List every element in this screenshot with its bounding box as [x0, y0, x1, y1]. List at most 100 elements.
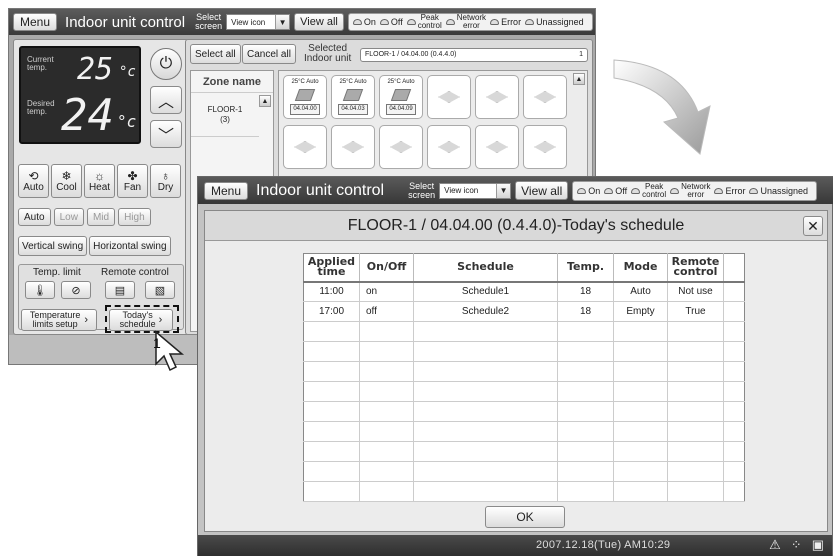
empty-cell	[303, 321, 360, 342]
fan-high-button[interactable]: High	[118, 208, 151, 226]
grid-icon[interactable]: ⁘	[791, 537, 802, 553]
cancel-all-button[interactable]: Cancel all	[242, 44, 296, 64]
cell-on-off: off	[359, 301, 414, 322]
legend-peak-control: Peak control	[406, 14, 442, 30]
temp-limit-label: Temp. limit	[33, 267, 81, 278]
empty-table-row[interactable]	[303, 481, 745, 502]
empty-unit-slot[interactable]	[331, 125, 375, 169]
temp-down-button[interactable]: ﹀	[150, 120, 182, 148]
ok-button[interactable]: OK	[485, 506, 565, 528]
back-menu-button[interactable]: Menu	[13, 13, 58, 31]
unit-tile[interactable]: 25°C Auto 04.04.09	[379, 75, 423, 119]
zone-item[interactable]: FLOOR-1 (3)	[191, 93, 259, 137]
cell-applied-time: 11:00	[303, 281, 360, 302]
bulb-error-icon	[490, 19, 500, 25]
current-temp-value: 25	[77, 52, 114, 87]
empty-cell	[723, 361, 745, 382]
fan-low-button[interactable]: Low	[53, 208, 84, 226]
empty-table-row[interactable]	[303, 341, 745, 362]
network-icon[interactable]: ⚠	[769, 537, 781, 553]
legend-unassigned: Unassigned	[749, 186, 808, 195]
front-menu-button[interactable]: Menu	[204, 181, 249, 200]
scroll-up-icon[interactable]: ▲	[259, 95, 271, 107]
empty-table-row[interactable]	[303, 361, 745, 382]
empty-cell	[359, 481, 414, 502]
front-window-title: Indoor unit control	[256, 181, 385, 199]
temp-limit-toggle-icon[interactable]: 🌡	[25, 281, 55, 299]
select-all-button[interactable]: Select all	[190, 44, 241, 64]
col-mode: Mode	[613, 253, 668, 283]
legend-error: Error	[714, 186, 745, 195]
mode-cool-button[interactable]: ❄ Cool	[51, 164, 82, 198]
dialog-title-bar: FLOOR-1 / 04.04.00 (0.4.4.0)-Today's sch…	[205, 211, 827, 241]
empty-table-row[interactable]	[303, 441, 745, 462]
chevron-down-icon[interactable]: ▼	[496, 183, 511, 198]
empty-cell	[413, 361, 558, 382]
cell-temp: 18	[557, 281, 614, 302]
empty-cell	[723, 421, 745, 442]
empty-table-row[interactable]	[303, 321, 745, 342]
vertical-swing-button[interactable]: Vertical swing	[18, 236, 88, 256]
empty-cell	[303, 441, 360, 462]
empty-cell	[723, 381, 745, 402]
empty-table-row[interactable]	[303, 381, 745, 402]
chevron-down-icon[interactable]: ▼	[275, 15, 290, 29]
empty-cell	[303, 461, 360, 482]
close-icon[interactable]: ✕	[803, 216, 823, 236]
front-view-select[interactable]: View icon ▼	[439, 182, 512, 199]
mouse-cursor-icon: 1	[153, 330, 185, 372]
fan-mid-button[interactable]: Mid	[86, 208, 116, 226]
remote-lock-icon[interactable]: ▧	[145, 281, 175, 299]
legend-peak-control: Peak control	[631, 182, 666, 199]
empty-cell	[613, 441, 668, 462]
status-bar: 2007.12.18(Tue) AM10:29 ⚠ ⁘ ▣	[198, 535, 832, 556]
status-icons: ⚠ ⁘ ▣	[769, 537, 824, 553]
empty-unit-slot[interactable]	[379, 125, 423, 169]
horizontal-swing-button[interactable]: Horizontal swing	[89, 236, 171, 256]
power-icon[interactable]: ⏻	[150, 48, 182, 80]
mode-fan-button[interactable]: ✤ Fan	[117, 164, 148, 198]
empty-cell	[303, 401, 360, 422]
empty-unit-slot[interactable]	[475, 125, 519, 169]
empty-unit-slot[interactable]	[283, 125, 327, 169]
temp-up-button[interactable]: ︿	[150, 86, 182, 114]
empty-table-row[interactable]	[303, 401, 745, 422]
temp-limit-off-icon[interactable]: ⊘	[61, 281, 91, 299]
empty-unit-slot[interactable]	[523, 75, 567, 119]
empty-unit-slot[interactable]	[427, 125, 471, 169]
mode-heat-button[interactable]: ☼ Heat	[84, 164, 115, 198]
empty-cell	[613, 481, 668, 502]
screen-icon[interactable]: ▣	[812, 537, 824, 553]
back-view-all-button[interactable]: View all	[294, 13, 344, 31]
front-view-all-button[interactable]: View all	[515, 181, 569, 200]
table-row[interactable]: 17:00 off Schedule2 18 Empty True	[303, 301, 745, 322]
mode-dry-button[interactable]: ♁ Dry	[150, 164, 181, 198]
fan-auto-button[interactable]: Auto	[18, 208, 51, 226]
empty-cell	[303, 361, 360, 382]
empty-unit-slot[interactable]	[475, 75, 519, 119]
empty-unit-slot[interactable]	[427, 75, 471, 119]
cell-remote-control: True	[667, 301, 724, 322]
empty-cell	[303, 381, 360, 402]
empty-cell	[413, 321, 558, 342]
empty-cell	[359, 461, 414, 482]
empty-cell	[413, 381, 558, 402]
empty-unit-slot[interactable]	[523, 125, 567, 169]
back-view-select[interactable]: View icon ▼	[226, 14, 291, 30]
unit-tile[interactable]: 25°C Auto 04.04.00	[283, 75, 327, 119]
table-row[interactable]: 11:00 on Schedule1 18 Auto Not use	[303, 281, 745, 302]
mode-auto-button[interactable]: ⟲ Auto	[18, 164, 49, 198]
empty-cell	[613, 381, 668, 402]
empty-table-row[interactable]	[303, 461, 745, 482]
unit-tile[interactable]: 25°C Auto 04.04.03	[331, 75, 375, 119]
empty-cell	[667, 321, 724, 342]
remote-allow-icon[interactable]: ▤	[105, 281, 135, 299]
scroll-up-icon[interactable]: ▲	[573, 73, 585, 85]
current-temp-unit: °c	[119, 64, 136, 80]
dialog-title: FLOOR-1 / 04.04.00 (0.4.4.0)-Today's sch…	[347, 216, 685, 234]
empty-cell	[723, 401, 745, 422]
empty-table-row[interactable]	[303, 421, 745, 442]
empty-cell	[667, 381, 724, 402]
bulb-unassigned-icon	[525, 19, 535, 25]
temperature-limits-setup-button[interactable]: Temperature limits setup ›	[21, 309, 97, 331]
